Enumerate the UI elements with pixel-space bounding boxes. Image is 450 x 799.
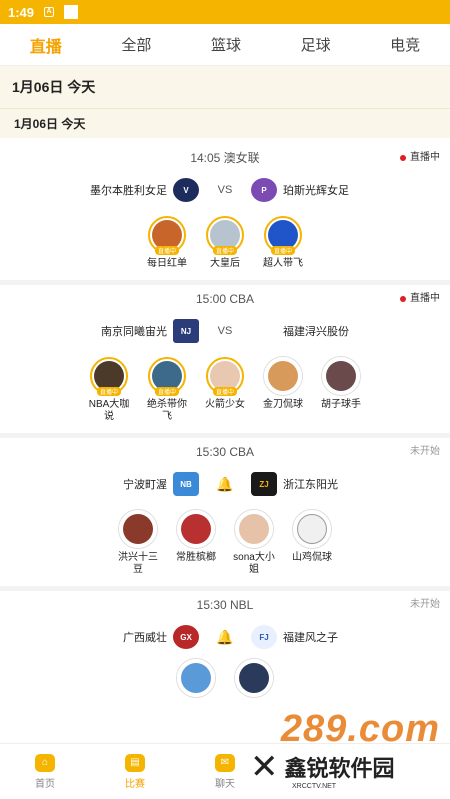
watermark-x-icon: ✕ xyxy=(250,748,279,786)
avatar xyxy=(177,510,215,548)
match-card[interactable]: 15:30 NBL 未开始 广西威壮 GX 🔔 FJ 福建风之子 xyxy=(0,591,450,707)
anchor-item[interactable]: 直播中 火箭少女 xyxy=(205,357,245,423)
tab-basketball[interactable]: 篮球 xyxy=(203,34,249,55)
avatar: 直播中 xyxy=(90,357,128,396)
tab-esports[interactable]: 电竞 xyxy=(382,34,428,55)
status-time: 1:49 xyxy=(8,4,35,20)
anchor-name: 火箭少女 xyxy=(205,399,245,410)
match-card[interactable]: 15:00 CBA 直播中 南京同曦宙光 NJ VS 福建浔兴股份 直播中 NB… xyxy=(0,285,450,438)
anchor-name: sona大小姐 xyxy=(233,552,275,575)
anchor-item[interactable]: sona大小姐 xyxy=(233,510,275,576)
match-status: 未开始 xyxy=(410,446,440,457)
away-team: 珀斯光辉女足 xyxy=(283,185,349,197)
anchor-name: 山鸡侃球 xyxy=(292,552,332,563)
avatar xyxy=(322,357,360,395)
home-team: 南京同曦宙光 xyxy=(101,326,167,338)
vs-label: VS xyxy=(217,325,233,337)
away-team: 福建风之子 xyxy=(283,632,338,644)
anchor-name: 常胜槟榔 xyxy=(176,552,216,563)
status-square-icon xyxy=(64,5,79,19)
anchor-item[interactable]: 直播中 NBA大咖说 xyxy=(89,357,129,423)
home-team: 墨尔本胜利女足 xyxy=(90,185,167,197)
away-team-logo: P xyxy=(251,178,277,202)
match-card[interactable]: 14:05 澳女联 直播中 墨尔本胜利女足 V VS P 珀斯光辉女足 直播中 … xyxy=(0,144,450,285)
home-team: 宁波町渥 xyxy=(123,479,167,491)
anchor-item[interactable] xyxy=(176,659,216,697)
avatar xyxy=(177,659,215,697)
home-team-logo: NJ xyxy=(173,319,199,343)
avatar xyxy=(119,510,157,548)
anchor-item[interactable]: 直播中 超人带飞 xyxy=(263,216,303,270)
tab-football[interactable]: 足球 xyxy=(293,34,339,55)
anchor-name: 胡子球手 xyxy=(321,399,361,410)
watermark-289: 289.com xyxy=(280,708,440,750)
live-dot-icon xyxy=(400,296,406,302)
away-team-logo xyxy=(251,319,277,343)
anchor-item[interactable]: 直播中 绝杀带你飞 xyxy=(147,357,187,423)
anchor-name: NBA大咖说 xyxy=(88,399,130,422)
anchor-item[interactable]: 直播中 大皇后 xyxy=(205,216,245,270)
anchor-item[interactable] xyxy=(234,659,274,697)
anchor-item[interactable]: 直播中 每日红单 xyxy=(147,216,187,270)
anchor-item[interactable]: 胡子球手 xyxy=(321,357,361,423)
home-icon: ⌂ xyxy=(35,753,55,772)
home-team-logo: NB xyxy=(173,472,199,496)
status-bar: 1:49 A xyxy=(0,0,450,24)
home-team-logo: GX xyxy=(173,625,199,649)
match-time-league: 15:30 NBL xyxy=(196,598,254,612)
avatar: 直播中 xyxy=(148,357,186,396)
home-team-logo: V xyxy=(173,178,199,202)
anchor-name: 超人带飞 xyxy=(263,258,303,269)
tab-live[interactable]: 直播 xyxy=(22,33,70,57)
match-status: 直播中 xyxy=(400,285,440,313)
anchor-name: 每日红单 xyxy=(147,258,187,269)
anchor-item[interactable]: 洪兴十三豆 xyxy=(118,510,158,576)
match-time-league: 15:30 CBA xyxy=(195,445,255,459)
match-status: 未开始 xyxy=(410,599,440,610)
bell-icon[interactable]: 🔔 xyxy=(205,629,245,646)
avatar: 直播中 xyxy=(264,216,302,255)
nav-home[interactable]: ⌂ 首页 xyxy=(0,753,90,790)
avatar: 直播中 xyxy=(206,216,244,255)
home-team: 广西威壮 xyxy=(123,632,167,644)
avatar xyxy=(235,659,273,697)
avatar: 直播中 xyxy=(148,216,186,255)
bell-icon[interactable]: 🔔 xyxy=(205,476,245,493)
date-header: 1月06日 今天 xyxy=(0,66,450,108)
vs-label: VS xyxy=(217,184,233,196)
notification-icon: A xyxy=(44,7,55,17)
watermark-url: XRCCTV.NET xyxy=(292,783,337,790)
nav-matches[interactable]: ▤ 比赛 xyxy=(90,753,180,790)
avatar xyxy=(293,510,331,548)
anchor-item[interactable]: 常胜槟榔 xyxy=(176,510,216,576)
match-card[interactable]: 15:30 CBA 未开始 宁波町渥 NB 🔔 ZJ 浙江东阳光 洪兴十三豆 常… xyxy=(0,438,450,591)
anchor-name: 绝杀带你飞 xyxy=(147,399,187,422)
away-team-logo: ZJ xyxy=(251,472,277,496)
tab-all[interactable]: 全部 xyxy=(113,34,159,55)
watermark: 289.com ✕ 鑫锐软件园 XRCCTV.NET xyxy=(250,708,440,790)
away-team-logo: FJ xyxy=(251,625,277,649)
anchor-name: 金刀侃球 xyxy=(263,399,303,410)
watermark-brand: 鑫锐软件园 xyxy=(284,756,395,781)
avatar: 直播中 xyxy=(206,357,244,396)
anchor-item[interactable]: 金刀侃球 xyxy=(263,357,303,423)
avatar xyxy=(264,357,302,395)
chat-icon: ✉ xyxy=(215,753,235,772)
avatar xyxy=(235,510,273,548)
away-team: 浙江东阳光 xyxy=(283,479,338,491)
match-status: 直播中 xyxy=(400,144,440,172)
live-dot-icon xyxy=(400,155,406,161)
match-time-league: 14:05 澳女联 xyxy=(190,151,260,165)
anchor-name: 洪兴十三豆 xyxy=(118,552,158,575)
anchor-name: 大皇后 xyxy=(210,258,240,269)
away-team: 福建浔兴股份 xyxy=(283,326,349,338)
anchor-item[interactable]: 山鸡侃球 xyxy=(292,510,332,576)
date-subheader: 1月06日 今天 xyxy=(0,108,450,138)
match-time-league: 15:00 CBA xyxy=(195,292,255,306)
top-tabs: 直播 全部 篮球 足球 电竞 xyxy=(0,24,450,66)
matches-icon: ▤ xyxy=(125,753,145,772)
